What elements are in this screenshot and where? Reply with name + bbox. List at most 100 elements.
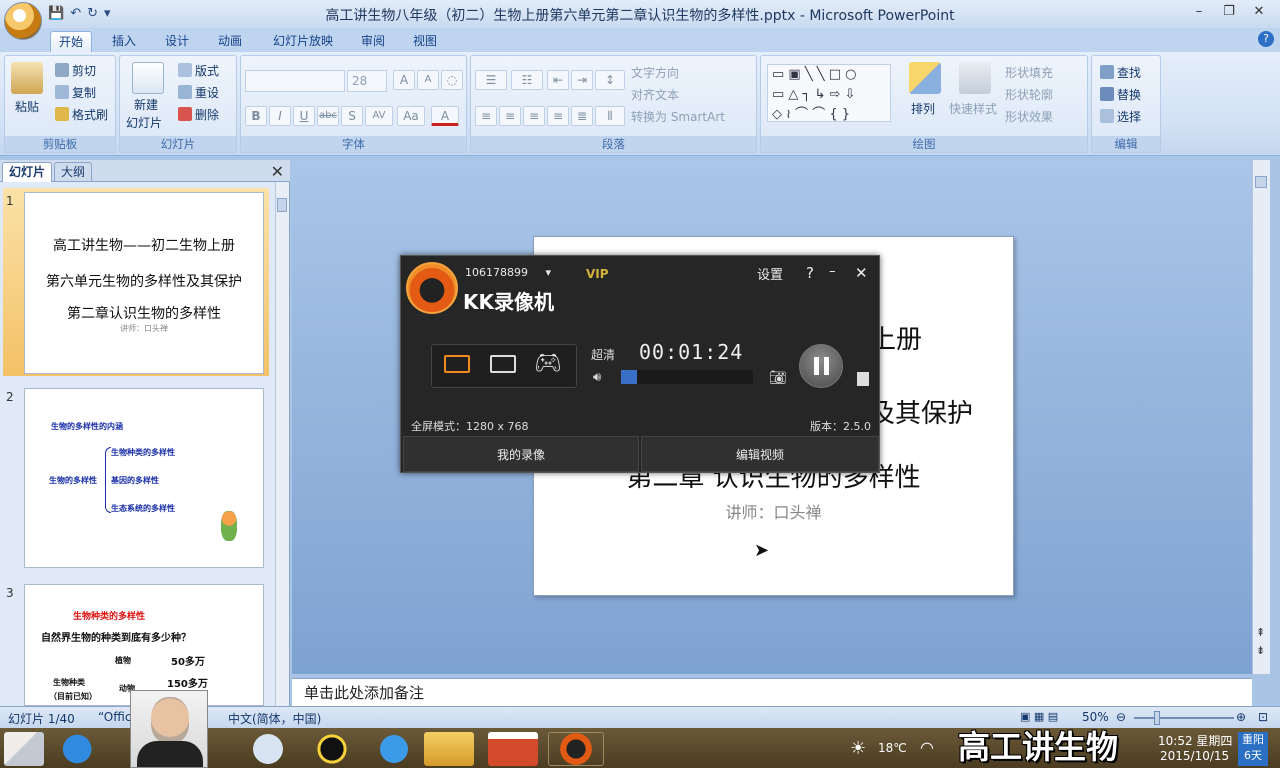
copy-button[interactable]: 复制 bbox=[55, 84, 96, 101]
zoom-slider-thumb[interactable] bbox=[1154, 711, 1160, 725]
tab-slideshow[interactable]: 幻灯片放映 bbox=[265, 31, 341, 52]
browser-icon[interactable] bbox=[366, 732, 422, 766]
weather-badge[interactable]: 重阳 6天 bbox=[1238, 732, 1268, 766]
account-id[interactable]: 106178899 ▾ bbox=[465, 266, 551, 279]
minimize-recorder-button[interactable]: – bbox=[829, 264, 836, 279]
minimize-button[interactable]: – bbox=[1184, 2, 1214, 22]
align-right-icon[interactable]: ≡ bbox=[523, 106, 545, 126]
arrange-button[interactable]: 排列 bbox=[911, 100, 935, 117]
font-color-button[interactable]: A bbox=[431, 106, 459, 126]
customize-qat-icon[interactable]: ▾ bbox=[104, 6, 111, 21]
font-size-input[interactable]: 28 bbox=[347, 70, 387, 92]
underline-button[interactable]: U bbox=[293, 106, 315, 126]
text-direction-button[interactable]: 文字方向 bbox=[631, 64, 679, 81]
shape-fill-button[interactable]: 形状填充 bbox=[1005, 64, 1053, 81]
thumbnails-scrollbar[interactable] bbox=[275, 182, 289, 706]
shape-effects-button[interactable]: 形状效果 bbox=[1005, 108, 1053, 125]
undo-icon[interactable]: ↶ bbox=[70, 6, 81, 21]
my-recordings-button[interactable]: 我的录像 bbox=[403, 436, 639, 472]
new-slide-icon[interactable] bbox=[132, 62, 164, 94]
dropdown-icon[interactable]: ▾ bbox=[546, 266, 552, 279]
cut-button[interactable]: 剪切 bbox=[55, 62, 96, 79]
align-left-icon[interactable]: ≡ bbox=[475, 106, 497, 126]
paste-icon[interactable] bbox=[11, 62, 43, 94]
italic-button[interactable]: I bbox=[269, 106, 291, 126]
bullets-icon[interactable]: ☰ bbox=[475, 70, 507, 90]
strikethrough-button[interactable]: abc bbox=[317, 106, 339, 126]
arrange-icon[interactable] bbox=[909, 62, 941, 94]
tab-outline[interactable]: 大纲 bbox=[54, 162, 93, 182]
decrease-indent-icon[interactable]: ⇤ bbox=[547, 70, 569, 90]
increase-indent-icon[interactable]: ⇥ bbox=[571, 70, 593, 90]
slide-thumbnail-1[interactable]: 高工讲生物——初二生物上册 第六单元生物的多样性及其保护 第二章认识生物的多样性… bbox=[24, 192, 264, 374]
line-spacing-icon[interactable]: ↕ bbox=[595, 70, 625, 90]
ie-icon[interactable] bbox=[52, 732, 108, 766]
fullscreen-mode-icon[interactable] bbox=[444, 355, 470, 373]
camera-icon[interactable]: 📷︎ bbox=[769, 370, 787, 386]
bold-button[interactable]: B bbox=[245, 106, 267, 126]
quick-styles-button[interactable]: 快速样式 bbox=[949, 100, 997, 117]
shape-outline-button[interactable]: 形状轮廓 bbox=[1005, 86, 1053, 103]
help-button[interactable]: ? bbox=[806, 264, 814, 282]
align-text-button[interactable]: 对齐文本 bbox=[631, 86, 679, 103]
next-slide-icon[interactable]: ⇟ bbox=[1256, 644, 1265, 657]
tab-animation[interactable]: 动画 bbox=[210, 31, 250, 52]
clock-date[interactable]: 2015/10/15 bbox=[1160, 749, 1229, 763]
numbering-icon[interactable]: ☷ bbox=[511, 70, 543, 90]
tab-review[interactable]: 审阅 bbox=[353, 31, 393, 52]
justify-icon[interactable]: ≡ bbox=[547, 106, 569, 126]
fit-window-icon[interactable]: ⊡ bbox=[1258, 710, 1268, 724]
quality-label[interactable]: 超清 bbox=[591, 346, 615, 363]
app-icon[interactable] bbox=[240, 732, 296, 766]
stop-button[interactable] bbox=[857, 372, 869, 386]
slide-thumbnail-3[interactable]: 生物种类的多样性 自然界生物的种类到底有多少种？ 植物 50多万 动物 150多… bbox=[24, 584, 264, 706]
new-slide-button-2[interactable]: 幻灯片 bbox=[126, 114, 162, 131]
new-slide-button[interactable]: 新建 bbox=[134, 96, 158, 113]
folder-icon[interactable] bbox=[424, 732, 474, 766]
align-center-icon[interactable]: ≡ bbox=[499, 106, 521, 126]
replace-button[interactable]: 替换 bbox=[1100, 86, 1141, 103]
windows-start-icon[interactable] bbox=[4, 732, 44, 766]
shadow-button[interactable]: S bbox=[341, 106, 363, 126]
shapes-gallery[interactable]: ▭ ▣ ╲ ╲ □ ○ ▭ △ ┐ ↳ ⇨ ⇩ ◇ ≀ ⌒ ⌒ { } bbox=[767, 64, 891, 122]
powerpoint-icon[interactable] bbox=[488, 732, 538, 766]
tab-slides[interactable]: 幻灯片 bbox=[2, 162, 53, 182]
close-panel-icon[interactable]: ✕ bbox=[271, 162, 284, 181]
find-button[interactable]: 查找 bbox=[1100, 64, 1141, 81]
close-button[interactable]: ✕ bbox=[1244, 2, 1274, 22]
select-button[interactable]: 选择 bbox=[1100, 108, 1141, 125]
font-name-input[interactable] bbox=[245, 70, 345, 92]
tab-design[interactable]: 设计 bbox=[157, 31, 197, 52]
distribute-icon[interactable]: ≣ bbox=[571, 106, 593, 126]
layout-button[interactable]: 版式 bbox=[178, 62, 219, 79]
settings-button[interactable]: 设置 bbox=[757, 264, 783, 283]
paste-button[interactable]: 粘贴 bbox=[15, 98, 39, 115]
prev-slide-icon[interactable]: ⇞ bbox=[1256, 626, 1265, 639]
office-button[interactable] bbox=[4, 2, 42, 40]
qq-icon[interactable] bbox=[304, 732, 360, 766]
clock-time[interactable]: 10:52 星期四 bbox=[1158, 732, 1232, 749]
delete-slide-button[interactable]: 删除 bbox=[178, 106, 219, 123]
save-icon[interactable]: 💾 bbox=[48, 6, 64, 21]
char-spacing-button[interactable]: AV bbox=[365, 106, 393, 126]
game-mode-icon[interactable]: 🎮︎ bbox=[534, 351, 562, 376]
smartart-button[interactable]: 转换为 SmartArt bbox=[631, 108, 725, 125]
close-recorder-button[interactable]: ✕ bbox=[855, 264, 868, 282]
edit-video-button[interactable]: 编辑视频 bbox=[641, 436, 879, 472]
tab-insert[interactable]: 插入 bbox=[104, 31, 144, 52]
help-icon[interactable]: ? bbox=[1258, 31, 1274, 47]
vip-badge[interactable]: VIP bbox=[586, 267, 609, 281]
wifi-icon[interactable]: ◠ bbox=[920, 738, 934, 757]
format-painter-button[interactable]: 格式刷 bbox=[55, 106, 108, 123]
notes-pane[interactable]: 单击此处添加备注 bbox=[292, 678, 1252, 706]
zoom-slider[interactable] bbox=[1134, 717, 1234, 719]
slide-thumbnail-2[interactable]: 生物的多样性的内涵 生物的多样性 生物种类的多样性 基因的多样性 生态系统的多样… bbox=[24, 388, 264, 568]
change-case-button[interactable]: Aa bbox=[397, 106, 425, 126]
slide-scrollbar[interactable]: ⇞ ⇟ bbox=[1252, 160, 1270, 674]
tab-view[interactable]: 视图 bbox=[405, 31, 445, 52]
redo-icon[interactable]: ↻ bbox=[87, 6, 98, 21]
grow-font-button[interactable]: A bbox=[393, 70, 415, 90]
scroll-thumb[interactable] bbox=[1255, 176, 1267, 188]
shrink-font-button[interactable]: A bbox=[417, 70, 439, 90]
scroll-thumb[interactable] bbox=[277, 198, 287, 212]
